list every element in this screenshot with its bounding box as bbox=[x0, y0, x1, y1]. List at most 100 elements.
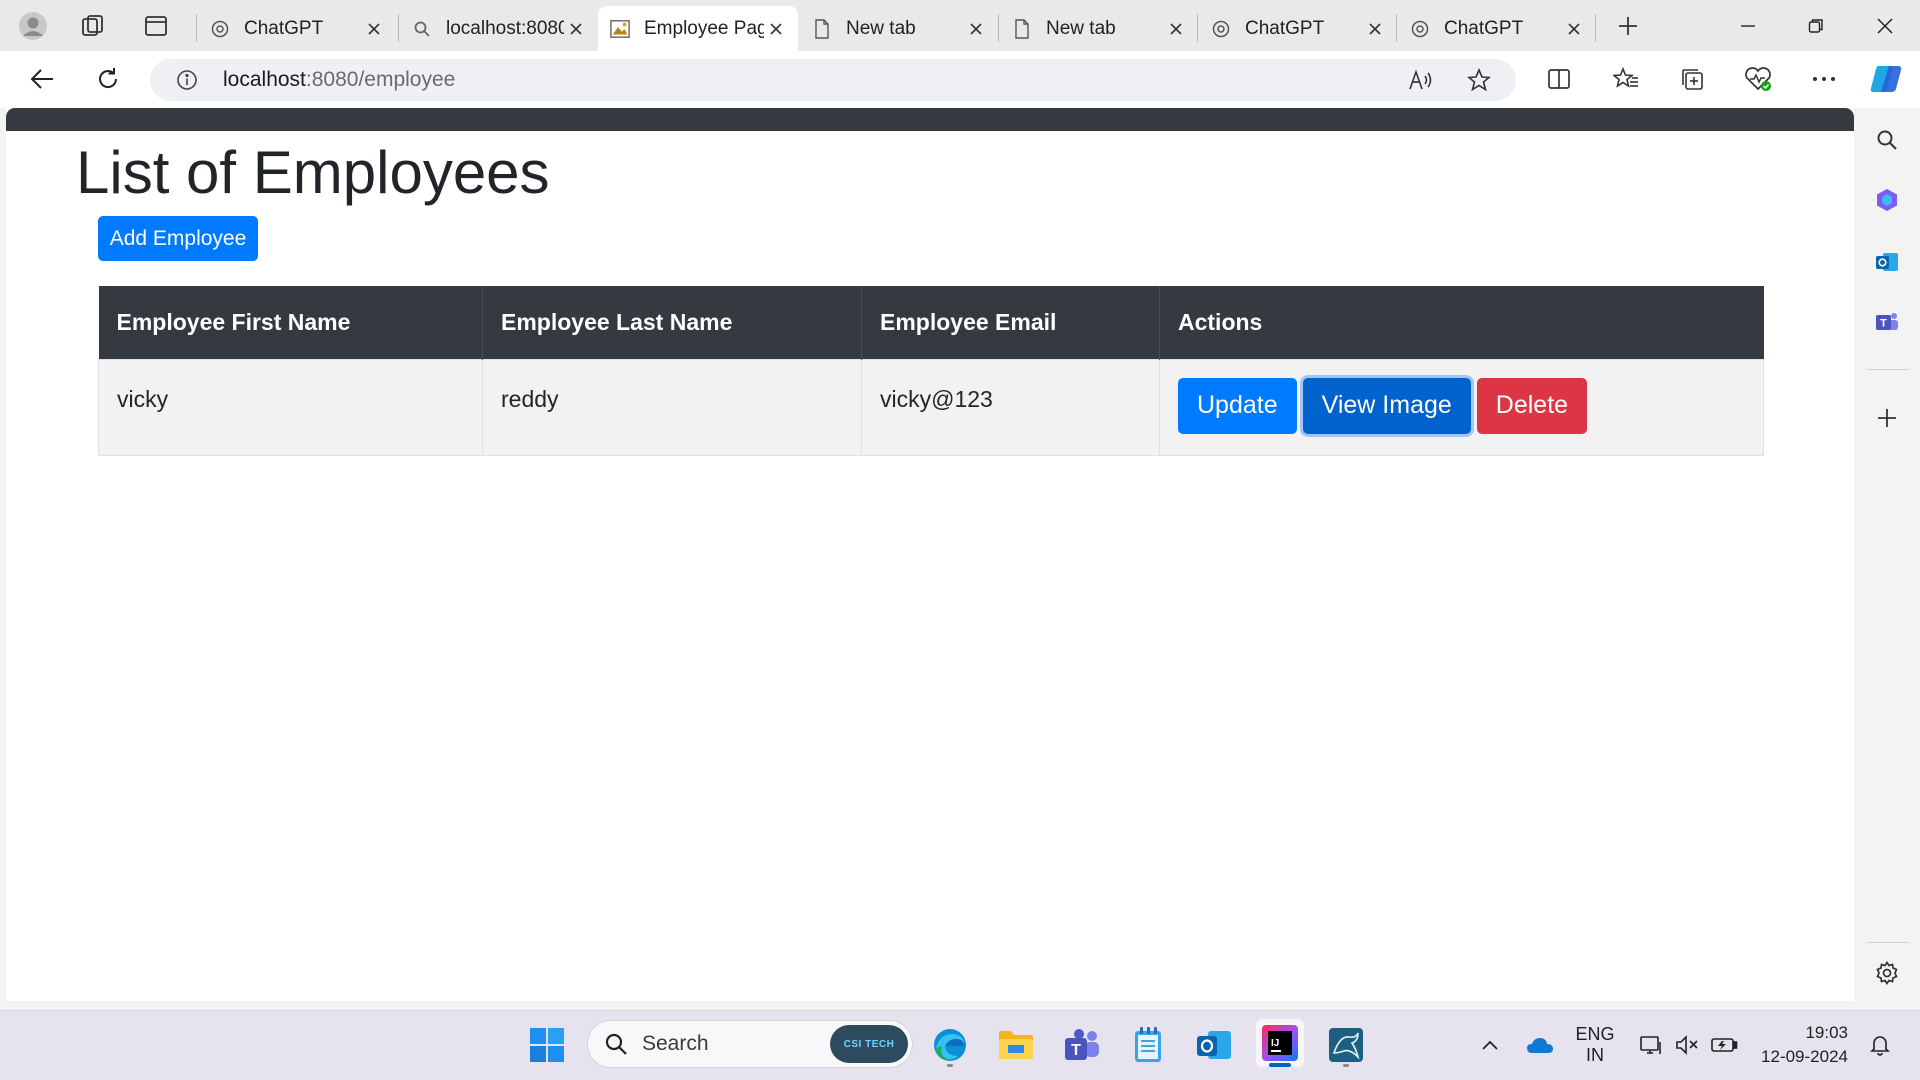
restore-icon[interactable] bbox=[1786, 0, 1846, 51]
svg-text:IJ: IJ bbox=[1271, 1038, 1279, 1049]
url-text: localhost:8080/employee bbox=[223, 68, 455, 92]
page-icon bbox=[812, 18, 832, 39]
tab-strip: ChatGPT localhost:8080 Employee Page New… bbox=[0, 0, 1920, 51]
close-icon[interactable] bbox=[1562, 17, 1586, 41]
copilot-icon[interactable] bbox=[1866, 59, 1906, 99]
tab-new-tab[interactable]: New tab bbox=[1000, 6, 1198, 51]
file-explorer-icon[interactable] bbox=[992, 1021, 1040, 1069]
add-employee-button[interactable]: Add Employee bbox=[98, 216, 258, 261]
taskbar-search[interactable]: Search CSI TECH bbox=[587, 1020, 913, 1068]
new-tab-plus-icon[interactable] bbox=[1610, 8, 1646, 44]
column-header: Employee First Name bbox=[98, 286, 483, 359]
search-highlight-badge: CSI TECH bbox=[830, 1025, 908, 1063]
language-indicator[interactable]: ENG IN bbox=[1572, 1010, 1618, 1080]
clock[interactable]: 19:03 12-09-2024 bbox=[1754, 1010, 1848, 1080]
svg-text:T: T bbox=[1071, 1042, 1081, 1059]
tab-chatgpt[interactable]: ChatGPT bbox=[198, 6, 396, 51]
edge-sidebar: T bbox=[1855, 108, 1920, 1001]
last-name-cell: reddy bbox=[482, 358, 862, 456]
favorite-star-icon[interactable] bbox=[1466, 67, 1492, 97]
running-indicator bbox=[1343, 1064, 1349, 1067]
onedrive-cloud-icon[interactable] bbox=[1520, 1010, 1560, 1080]
tab-separator bbox=[1595, 14, 1596, 42]
notepad-icon[interactable] bbox=[1124, 1021, 1172, 1069]
intellij-idea-icon[interactable]: IJ bbox=[1256, 1019, 1304, 1067]
tab-title: Employee Page bbox=[644, 17, 764, 39]
page-viewport: List of Employees Add Employee Employee … bbox=[6, 108, 1854, 1001]
windows-start-icon[interactable] bbox=[523, 1021, 571, 1069]
language-region: IN bbox=[1586, 1045, 1604, 1065]
minimize-icon[interactable] bbox=[1718, 0, 1778, 51]
tab-localhost[interactable]: localhost:8080 bbox=[400, 6, 598, 51]
mysql-workbench-icon[interactable] bbox=[1322, 1021, 1370, 1069]
close-icon[interactable] bbox=[564, 17, 588, 41]
teams-icon[interactable]: T bbox=[1058, 1021, 1106, 1069]
show-hidden-icons-chevron-icon[interactable] bbox=[1472, 1010, 1508, 1080]
navbar bbox=[6, 108, 1854, 131]
edge-browser-icon[interactable] bbox=[926, 1021, 974, 1069]
gear-icon[interactable] bbox=[1867, 953, 1907, 993]
browser-toolbar: localhost:8080/employee bbox=[0, 51, 1920, 108]
close-icon[interactable] bbox=[362, 17, 386, 41]
page-icon bbox=[1012, 18, 1032, 39]
column-header: Employee Last Name bbox=[482, 286, 862, 359]
tab-separator bbox=[1396, 14, 1397, 42]
network-icon[interactable] bbox=[1634, 1010, 1668, 1080]
tab-new-tab[interactable]: New tab bbox=[800, 6, 998, 51]
clock-time: 19:03 bbox=[1805, 1023, 1848, 1042]
sidebar-divider bbox=[1867, 369, 1909, 370]
chatgpt-icon bbox=[1211, 19, 1231, 39]
svg-text:T: T bbox=[1880, 318, 1887, 330]
search-icon bbox=[412, 19, 432, 39]
tab-employee-page[interactable]: Employee Page bbox=[598, 6, 798, 51]
image-icon bbox=[610, 19, 630, 39]
tab-separator bbox=[998, 14, 999, 42]
battery-icon[interactable] bbox=[1706, 1010, 1742, 1080]
teams-icon[interactable]: T bbox=[1867, 302, 1907, 342]
search-icon[interactable] bbox=[1867, 120, 1907, 160]
notification-bell-icon[interactable] bbox=[1862, 1010, 1898, 1080]
favorites-icon[interactable] bbox=[1606, 59, 1646, 99]
tab-separator bbox=[398, 14, 399, 42]
tab-title: ChatGPT bbox=[1444, 17, 1524, 39]
delete-button[interactable]: Delete bbox=[1476, 377, 1588, 434]
profile-avatar-icon[interactable] bbox=[15, 8, 51, 44]
update-button[interactable]: Update bbox=[1178, 377, 1297, 434]
running-indicator bbox=[947, 1064, 953, 1067]
tab-separator bbox=[1197, 14, 1198, 42]
more-menu-icon[interactable] bbox=[1804, 59, 1844, 99]
close-icon[interactable] bbox=[1164, 17, 1188, 41]
address-bar[interactable]: localhost:8080/employee bbox=[150, 59, 1516, 101]
browser-essentials-icon[interactable] bbox=[1738, 59, 1778, 99]
close-icon[interactable] bbox=[1363, 17, 1387, 41]
add-sidebar-app-icon[interactable] bbox=[1867, 398, 1907, 438]
active-indicator bbox=[1269, 1063, 1291, 1067]
tab-chatgpt[interactable]: ChatGPT bbox=[1398, 6, 1596, 51]
close-icon[interactable] bbox=[764, 17, 788, 41]
search-badge-text: CSI TECH bbox=[843, 1038, 895, 1050]
outlook-icon[interactable] bbox=[1190, 1021, 1238, 1069]
vertical-tabs-icon[interactable] bbox=[138, 8, 174, 44]
copilot-sidebar-icon[interactable] bbox=[1867, 180, 1907, 220]
collections-icon[interactable] bbox=[1672, 59, 1712, 99]
refresh-icon[interactable] bbox=[88, 59, 128, 99]
tab-title: localhost:8080 bbox=[446, 17, 564, 39]
page-title: List of Employees bbox=[76, 139, 550, 206]
actions-cell: Update View Image Delete bbox=[1159, 358, 1764, 456]
close-window-icon[interactable] bbox=[1855, 0, 1915, 51]
tab-title: New tab bbox=[846, 17, 916, 39]
outlook-icon[interactable] bbox=[1867, 242, 1907, 282]
volume-muted-icon[interactable] bbox=[1670, 1010, 1704, 1080]
read-aloud-icon[interactable] bbox=[1408, 68, 1434, 97]
tab-chatgpt[interactable]: ChatGPT bbox=[1199, 6, 1397, 51]
clock-date: 12-09-2024 bbox=[1761, 1047, 1848, 1066]
column-header: Actions bbox=[1159, 286, 1764, 359]
info-icon[interactable] bbox=[176, 69, 198, 96]
split-screen-icon[interactable] bbox=[1539, 59, 1579, 99]
table-header-row: Employee First Name Employee Last Name E… bbox=[98, 286, 1764, 359]
workspaces-icon[interactable] bbox=[75, 8, 111, 44]
email-cell: vicky@123 bbox=[861, 358, 1160, 456]
close-icon[interactable] bbox=[964, 17, 988, 41]
back-arrow-icon[interactable] bbox=[22, 59, 62, 99]
view-image-button[interactable]: View Image bbox=[1302, 377, 1471, 434]
